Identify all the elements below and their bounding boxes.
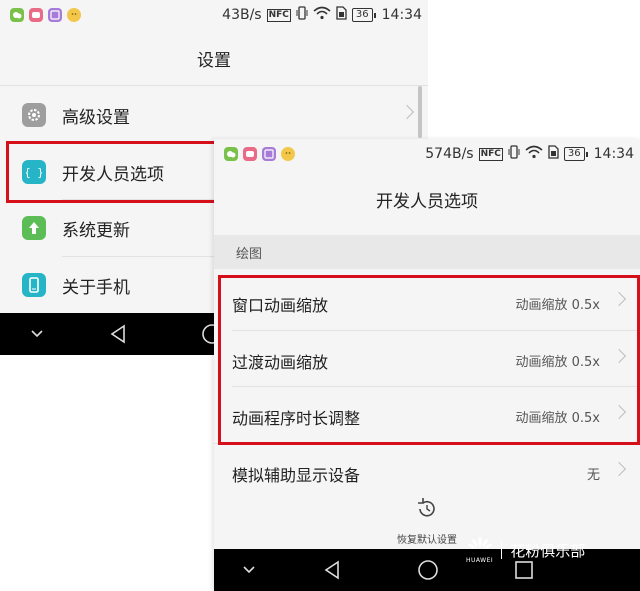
status-bar: 574B/s NFC 36 14:34 [214, 139, 640, 171]
gallery-icon [262, 147, 276, 161]
page-title: 开发人员选项 [376, 191, 478, 212]
huawei-logo-icon [467, 536, 493, 555]
chevron-right-icon [611, 461, 627, 477]
clock: 14:34 [381, 7, 422, 23]
wechat-icon [224, 147, 238, 161]
watermark: HUAWEI 花粉俱乐部 [466, 536, 585, 564]
sim-icon [336, 6, 347, 24]
message-icon [243, 147, 257, 161]
battery-icon: 36 [351, 8, 376, 22]
highlight-animation-options [218, 275, 640, 445]
gallery-icon [48, 8, 62, 22]
vibrate-icon [296, 6, 308, 24]
wechat-icon [10, 8, 24, 22]
gear-icon [22, 103, 46, 127]
sim-icon [548, 145, 559, 163]
scrollbar[interactable] [418, 86, 422, 138]
option-title: 模拟辅助显示设备 [232, 466, 361, 485]
highlight-developer-options [6, 141, 217, 203]
menu-item-label: 系统更新 [62, 220, 130, 241]
battery-icon: 36 [563, 147, 588, 161]
history-icon [415, 497, 439, 521]
watermark-text: 花粉俱乐部 [510, 541, 586, 560]
status-bar: 43B/s NFC 36 14:34 [0, 0, 428, 32]
page-title: 设置 [197, 50, 231, 71]
chevron-right-icon [399, 104, 415, 120]
menu-item-advanced-settings[interactable]: 高级设置 [0, 87, 428, 143]
option-value: 无 [586, 468, 600, 483]
hide-nav-button[interactable] [26, 323, 48, 345]
phone-icon [22, 273, 46, 297]
section-header-drawing: 绘图 [214, 235, 640, 269]
arrow-up-icon [22, 216, 46, 240]
message-icon [29, 8, 43, 22]
nfc-icon: NFC [266, 8, 291, 22]
emoji-icon [281, 147, 295, 161]
notification-icons [10, 8, 81, 22]
hide-nav-button[interactable] [238, 559, 260, 581]
network-speed: 574B/s [425, 146, 474, 162]
back-button[interactable] [320, 558, 344, 582]
watermark-brand: HUAWEI [466, 557, 494, 564]
clock: 14:34 [593, 146, 634, 162]
network-speed: 43B/s [222, 7, 262, 23]
back-button[interactable] [106, 322, 130, 346]
wifi-icon [525, 145, 543, 163]
vibrate-icon [508, 145, 520, 163]
menu-item-label: 高级设置 [62, 107, 130, 128]
notification-icons [224, 147, 295, 161]
menu-item-label: 关于手机 [62, 277, 130, 298]
wifi-icon [313, 6, 331, 24]
nfc-icon: NFC [478, 147, 503, 161]
home-button[interactable] [416, 558, 440, 582]
emoji-icon [67, 8, 81, 22]
